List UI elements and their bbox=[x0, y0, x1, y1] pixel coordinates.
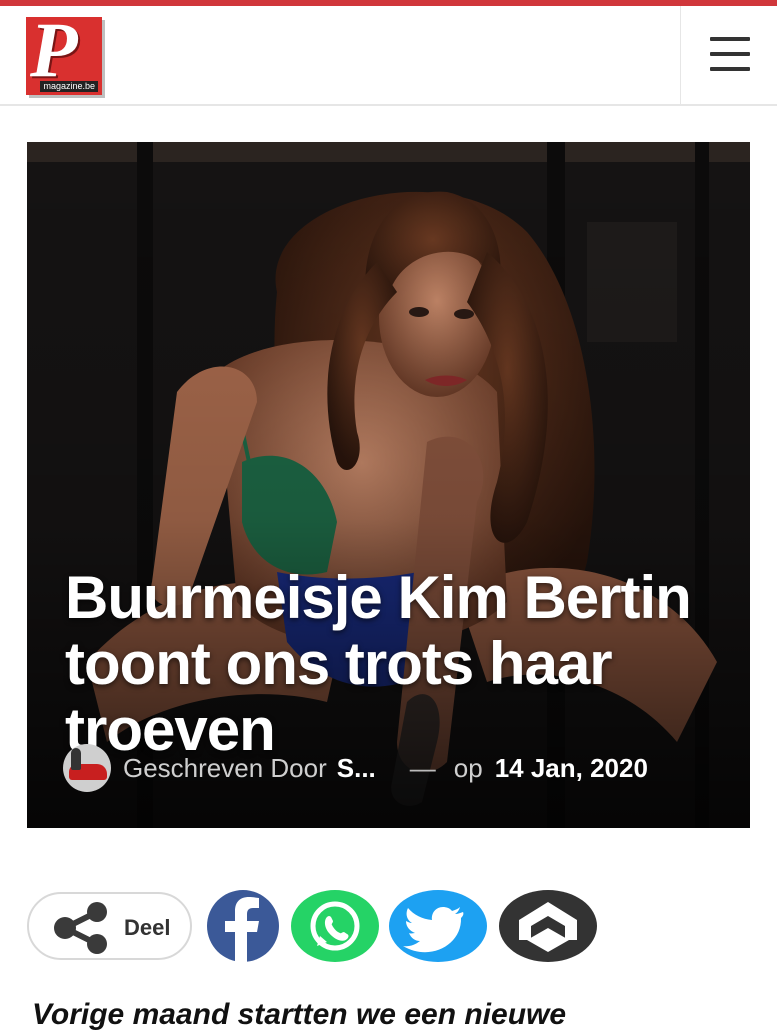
whatsapp-icon bbox=[291, 890, 379, 962]
author-name[interactable]: S... bbox=[337, 753, 376, 784]
hamburger-menu-icon[interactable] bbox=[700, 32, 760, 78]
whatsapp-share-button[interactable] bbox=[291, 890, 379, 962]
hero-image: Buurmeisje Kim Bertin toont ons trots ha… bbox=[27, 142, 750, 828]
article-title: Buurmeisje Kim Bertin toont ons trots ha… bbox=[65, 564, 692, 764]
date-prefix: op bbox=[453, 752, 483, 783]
publish-date: 14 Jan, 2020 bbox=[494, 752, 648, 783]
logo-letter: P bbox=[30, 6, 78, 93]
twitter-icon bbox=[389, 890, 487, 962]
site-header: P magazine.be bbox=[0, 6, 777, 106]
twitter-share-button[interactable] bbox=[389, 890, 487, 962]
logo-subtitle: magazine.be bbox=[40, 81, 98, 92]
author-avatar[interactable] bbox=[63, 744, 111, 792]
other-share-icon bbox=[499, 890, 597, 962]
share-button[interactable]: Deel bbox=[27, 892, 192, 960]
byline-prefix: Geschreven Door bbox=[123, 752, 327, 783]
share-icon bbox=[54, 902, 107, 954]
other-share-button[interactable] bbox=[499, 890, 597, 962]
share-bar: Deel bbox=[27, 890, 727, 962]
facebook-icon bbox=[207, 890, 279, 962]
site-logo[interactable]: P magazine.be bbox=[26, 11, 102, 95]
byline-separator: — bbox=[409, 752, 436, 783]
share-label: Deel bbox=[124, 915, 171, 940]
article-byline: Geschreven Door S... — op 14 Jan, 2020 bbox=[63, 744, 723, 792]
facebook-share-button[interactable] bbox=[207, 890, 279, 962]
header-divider bbox=[680, 6, 681, 104]
article-body-first-line: Vorige maand startten we een nieuwe bbox=[32, 998, 567, 1031]
